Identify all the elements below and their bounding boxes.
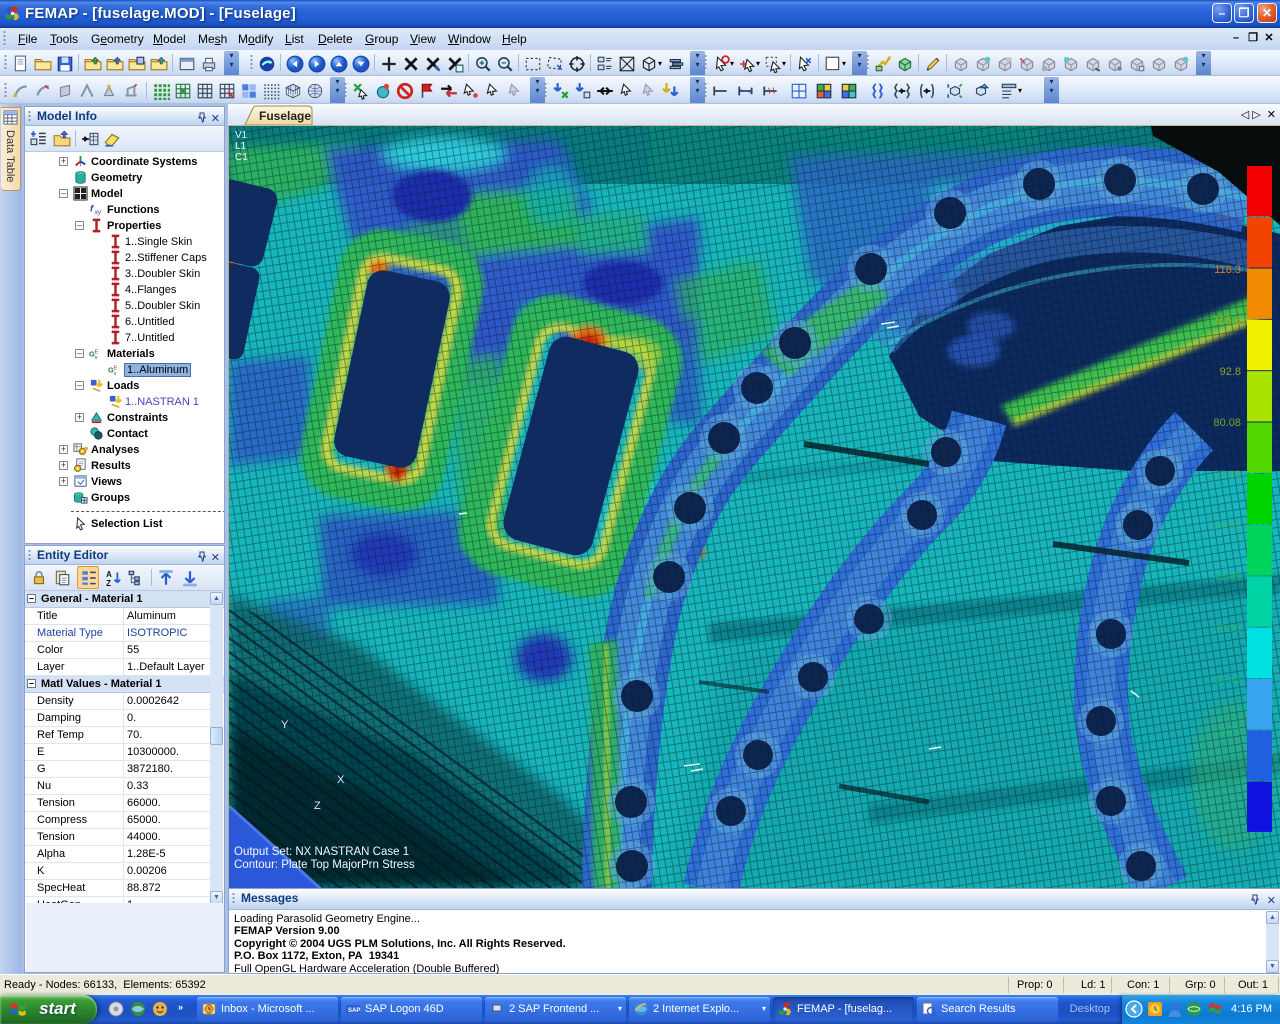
svg-text:41.89: 41.89 <box>1213 571 1241 583</box>
svg-text:105.5: 105.5 <box>1213 315 1241 327</box>
svg-text:Contour: Plate Top MajorPrn St: Contour: Plate Top MajorPrn Stress <box>234 859 415 871</box>
svg-text:Z: Z <box>314 800 321 812</box>
svg-text:Output Set: NX NASTRAN Case 1: Output Set: NX NASTRAN Case 1 <box>234 846 409 858</box>
svg-text:Y: Y <box>281 719 289 731</box>
svg-text:118.3: 118.3 <box>1214 264 1241 276</box>
svg-text:f: f <box>90 203 94 213</box>
svg-text:67.35: 67.35 <box>1213 469 1241 481</box>
svg-text:54.62: 54.62 <box>1213 520 1241 532</box>
svg-text:Z: Z <box>106 579 111 587</box>
svg-text:L1: L1 <box>235 141 247 152</box>
svg-text:80.08: 80.08 <box>1213 417 1241 429</box>
svg-text:A: A <box>106 570 112 579</box>
svg-text:92.8: 92.8 <box>1220 366 1241 378</box>
svg-text:xy: xy <box>94 209 102 216</box>
svg-text:SAP: SAP <box>348 1008 360 1014</box>
svg-text:131.1: 131.1 <box>1213 212 1241 224</box>
svg-text:16.43: 16.43 <box>1213 674 1241 686</box>
svg-text:C1: C1 <box>235 152 248 163</box>
svg-text:»: » <box>178 1002 183 1012</box>
svg-text:X: X <box>337 774 345 786</box>
svg-text:29.16: 29.16 <box>1213 623 1241 635</box>
svg-text:3.70: 3.70 <box>1220 725 1241 737</box>
svg-text:V1: V1 <box>235 130 248 141</box>
svg-text:v: v <box>114 371 117 377</box>
svg-text:Fuselage: Fuselage <box>259 109 311 123</box>
svg-text:v: v <box>95 355 98 361</box>
